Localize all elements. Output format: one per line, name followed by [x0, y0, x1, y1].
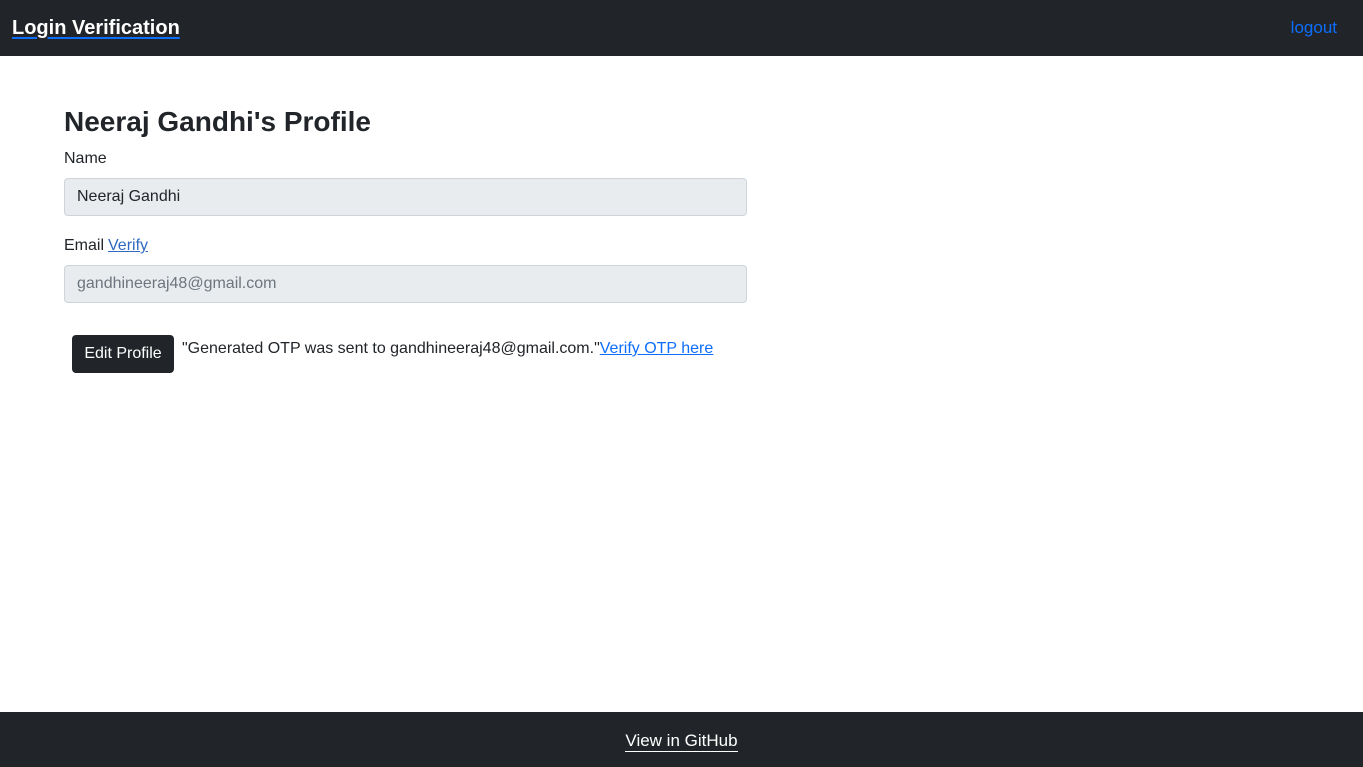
top-navbar: Login Verification logout [0, 0, 1363, 56]
otp-message-text: "Generated OTP was sent to gandhineeraj4… [182, 340, 600, 357]
verify-otp-link[interactable]: Verify OTP here [600, 340, 714, 357]
edit-profile-button[interactable]: Edit Profile [72, 335, 174, 373]
page-title: Neeraj Gandhi's Profile [64, 106, 371, 137]
view-in-github-link[interactable]: View in GitHub [625, 731, 738, 752]
otp-status-message: "Generated OTP was sent to gandhineeraj4… [182, 339, 713, 359]
name-label: Name [64, 150, 107, 167]
github-link-wrapper: View in GitHub [0, 730, 1363, 752]
brand-link[interactable]: Login Verification [12, 15, 180, 41]
email-verify-link[interactable]: Verify [108, 236, 148, 256]
footer: View in GitHub [0, 712, 1363, 767]
logout-link[interactable]: logout [1291, 18, 1337, 38]
email-field[interactable]: gandhineeraj48@gmail.com [64, 265, 747, 303]
email-label: Email [64, 237, 105, 254]
name-field[interactable]: Neeraj Gandhi [64, 178, 747, 216]
